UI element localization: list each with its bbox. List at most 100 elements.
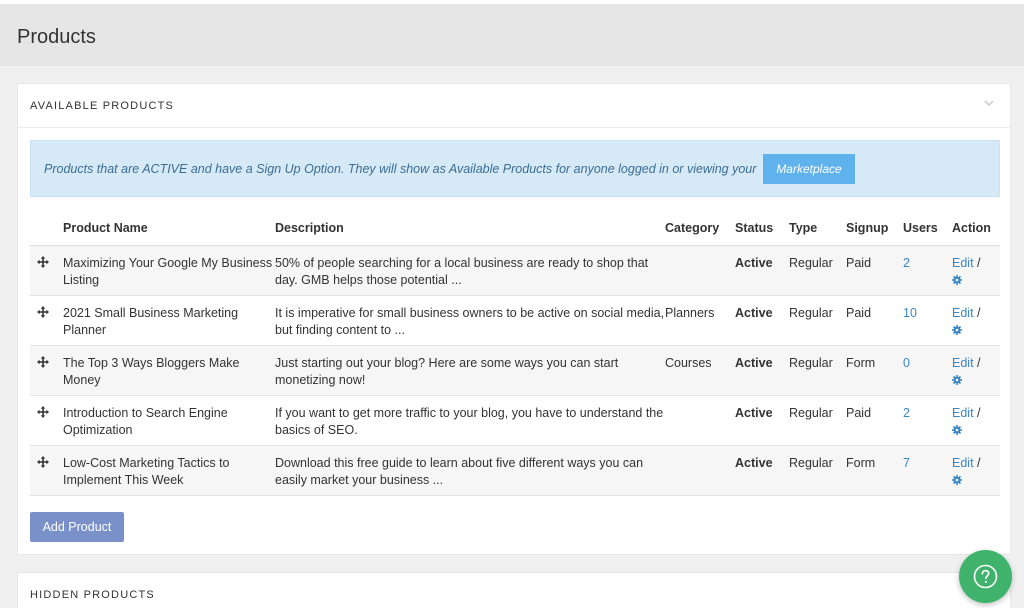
gear-icon[interactable] <box>952 274 962 285</box>
column-header-drag <box>30 215 63 246</box>
product-name: Low-Cost Marketing Tactics to Implement … <box>63 445 275 496</box>
column-header-action: Action <box>952 215 1000 246</box>
page-header: Products <box>0 4 1024 66</box>
column-header-status: Status <box>735 215 789 246</box>
available-products-card: AVAILABLE PRODUCTS Products that are ACT… <box>17 83 1011 555</box>
users-count-link[interactable]: 2 <box>903 406 910 420</box>
table-header-row: Product Name Description Category Status… <box>30 215 1000 246</box>
table-row: Low-Cost Marketing Tactics to Implement … <box>30 445 1000 496</box>
product-signup: Paid <box>846 295 903 346</box>
drag-handle[interactable] <box>30 295 63 346</box>
product-signup: Paid <box>846 245 903 296</box>
product-category: Courses <box>665 345 735 396</box>
product-name: Introduction to Search Engine Optimizati… <box>63 395 275 446</box>
move-arrows-icon[interactable] <box>37 455 49 468</box>
action-separator: / <box>977 405 981 420</box>
product-status: Active <box>735 345 789 396</box>
hidden-products-title: HIDDEN PRODUCTS <box>30 589 155 601</box>
action-separator: / <box>977 305 981 320</box>
table-row: Maximizing Your Google My Business Listi… <box>30 245 1000 296</box>
product-type: Regular <box>789 445 846 496</box>
drag-handle[interactable] <box>30 395 63 446</box>
available-products-header[interactable]: AVAILABLE PRODUCTS <box>18 84 1010 128</box>
info-banner: Products that are ACTIVE and have a Sign… <box>30 140 1000 197</box>
add-product-button[interactable]: Add Product <box>30 512 124 542</box>
table-row: Introduction to Search Engine Optimizati… <box>30 395 1000 446</box>
product-users[interactable]: 2 <box>903 395 952 446</box>
hidden-products-card: HIDDEN PRODUCTS <box>17 572 1011 608</box>
product-type: Regular <box>789 245 846 296</box>
move-arrows-icon[interactable] <box>37 405 49 418</box>
product-actions: Edit / <box>952 395 1000 446</box>
column-header-signup: Signup <box>846 215 903 246</box>
marketplace-button[interactable]: Marketplace <box>763 154 855 184</box>
edit-link[interactable]: Edit <box>952 306 974 320</box>
users-count-link[interactable]: 2 <box>903 256 910 270</box>
drag-handle[interactable] <box>30 345 63 396</box>
action-separator: / <box>977 355 981 370</box>
product-name: Maximizing Your Google My Business Listi… <box>63 245 275 296</box>
product-users[interactable]: 2 <box>903 245 952 296</box>
gear-icon[interactable] <box>952 374 962 385</box>
product-description: 50% of people searching for a local busi… <box>275 245 665 296</box>
drag-handle[interactable] <box>30 245 63 296</box>
product-actions: Edit / <box>952 345 1000 396</box>
move-arrows-icon[interactable] <box>37 305 49 318</box>
edit-link[interactable]: Edit <box>952 406 974 420</box>
action-separator: / <box>977 455 981 470</box>
users-count-link[interactable]: 0 <box>903 356 910 370</box>
product-category <box>665 245 735 296</box>
product-actions: Edit / <box>952 295 1000 346</box>
gear-icon[interactable] <box>952 324 962 335</box>
column-header-type: Type <box>789 215 846 246</box>
users-count-link[interactable]: 10 <box>903 306 917 320</box>
product-description: If you want to get more traffic to your … <box>275 395 665 446</box>
product-users[interactable]: 10 <box>903 295 952 346</box>
chevron-down-icon[interactable] <box>984 98 994 108</box>
product-users[interactable]: 7 <box>903 445 952 496</box>
product-description: Just starting out your blog? Here are so… <box>275 345 665 396</box>
product-status: Active <box>735 295 789 346</box>
action-separator: / <box>977 255 981 270</box>
page-title: Products <box>17 26 96 48</box>
help-circle-icon <box>973 564 998 589</box>
move-arrows-icon[interactable] <box>37 355 49 368</box>
column-header-product-name: Product Name <box>63 215 275 246</box>
product-category <box>665 445 735 496</box>
edit-link[interactable]: Edit <box>952 356 974 370</box>
product-type: Regular <box>789 295 846 346</box>
product-name: 2021 Small Business Marketing Planner <box>63 295 275 346</box>
edit-link[interactable]: Edit <box>952 456 974 470</box>
product-description: Download this free guide to learn about … <box>275 445 665 496</box>
product-actions: Edit / <box>952 245 1000 296</box>
gear-icon[interactable] <box>952 474 962 485</box>
product-name: The Top 3 Ways Bloggers Make Money <box>63 345 275 396</box>
product-signup: Paid <box>846 395 903 446</box>
product-status: Active <box>735 445 789 496</box>
products-table: Product Name Description Category Status… <box>30 215 1000 496</box>
product-category <box>665 395 735 446</box>
help-button[interactable] <box>959 550 1012 603</box>
users-count-link[interactable]: 7 <box>903 456 910 470</box>
product-actions: Edit / <box>952 445 1000 496</box>
hidden-products-header[interactable]: HIDDEN PRODUCTS <box>18 573 1010 608</box>
edit-link[interactable]: Edit <box>952 256 974 270</box>
drag-handle[interactable] <box>30 445 63 496</box>
column-header-category: Category <box>665 215 735 246</box>
available-products-title: AVAILABLE PRODUCTS <box>30 100 175 112</box>
gear-icon[interactable] <box>952 424 962 435</box>
product-type: Regular <box>789 345 846 396</box>
move-arrows-icon[interactable] <box>37 255 49 268</box>
product-status: Active <box>735 245 789 296</box>
table-row: The Top 3 Ways Bloggers Make Money Just … <box>30 345 1000 396</box>
product-type: Regular <box>789 395 846 446</box>
product-category: Planners <box>665 295 735 346</box>
info-banner-text: Products that are ACTIVE and have a Sign… <box>44 162 757 176</box>
product-description: It is imperative for small business owne… <box>275 295 665 346</box>
column-header-description: Description <box>275 215 665 246</box>
product-signup: Form <box>846 345 903 396</box>
product-signup: Form <box>846 445 903 496</box>
table-row: 2021 Small Business Marketing Planner It… <box>30 295 1000 346</box>
product-users[interactable]: 0 <box>903 345 952 396</box>
product-status: Active <box>735 395 789 446</box>
